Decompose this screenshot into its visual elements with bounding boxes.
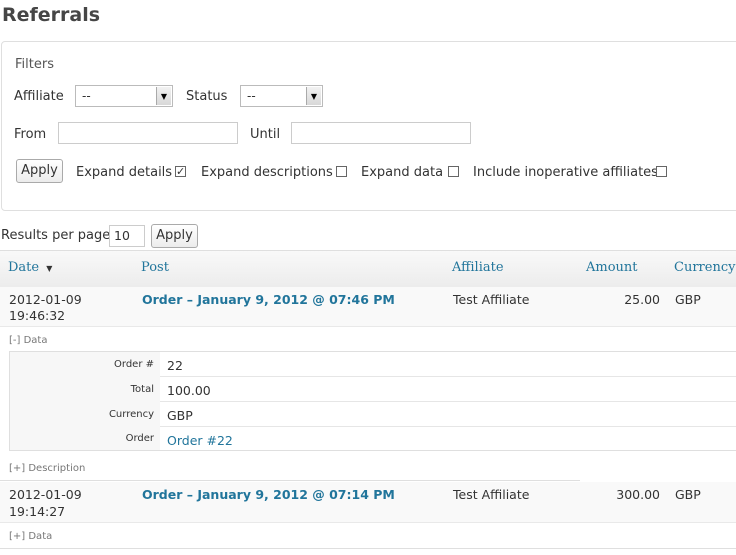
description-toggle[interactable]: [+] Description — [9, 463, 85, 474]
row-post-link[interactable]: Order – January 9, 2012 @ 07:46 PM — [142, 292, 395, 307]
affiliate-select-value: -- — [82, 89, 91, 103]
column-header-date[interactable]: Date ▼ — [8, 260, 52, 275]
chevron-down-icon: ▼ — [156, 87, 171, 105]
row-currency: GBP — [675, 292, 701, 307]
data-toggle[interactable]: [+] Data — [9, 531, 52, 542]
sort-down-icon: ▼ — [46, 264, 53, 273]
filters-panel: Filters Affiliate -- ▼ Status -- ▼ From … — [1, 41, 736, 211]
column-header-affiliate[interactable]: Affiliate — [452, 260, 504, 275]
page-title: Referrals — [2, 4, 101, 26]
row-amount: 25.00 — [624, 292, 660, 307]
row-divider — [0, 548, 736, 549]
filters-legend: Filters — [15, 57, 54, 72]
expand-data-checkbox[interactable] — [448, 166, 459, 177]
data-key-order-number: Order # — [114, 359, 154, 370]
row-affiliate: Test Affiliate — [453, 292, 530, 307]
data-key-currency: Currency — [108, 409, 154, 420]
row-post-link[interactable]: Order – January 9, 2012 @ 07:14 PM — [142, 487, 395, 502]
expand-data-label: Expand data — [361, 165, 444, 180]
row-date: 2012-01-09 — [9, 487, 82, 502]
expand-details-label: Expand details — [76, 165, 173, 180]
results-per-page-label: Results per page — [1, 228, 111, 243]
include-inoperative-checkbox[interactable] — [656, 166, 667, 177]
column-header-date-label: Date — [8, 260, 40, 275]
data-value-order-number: 22 — [167, 358, 183, 373]
data-panel: Order # 22 Total 100.00 Currency GBP Ord… — [9, 351, 736, 451]
data-key-total: Total — [130, 384, 154, 395]
from-label: From — [14, 127, 47, 142]
data-key-order: Order — [125, 433, 154, 444]
results-per-page-input[interactable]: 10 — [109, 225, 145, 247]
expand-descriptions-checkbox[interactable] — [336, 166, 347, 177]
include-inoperative-label: Include inoperative affiliates — [473, 165, 658, 180]
data-divider — [160, 426, 736, 427]
column-header-currency[interactable]: Currency — [674, 260, 735, 275]
chevron-down-icon: ▼ — [306, 87, 321, 105]
data-value-currency: GBP — [167, 408, 193, 423]
affiliate-select[interactable]: -- ▼ — [75, 85, 173, 107]
table-header: Date ▼ Post Affiliate Amount Currency — [0, 250, 736, 288]
affiliate-label: Affiliate — [14, 89, 64, 104]
column-header-post[interactable]: Post — [141, 260, 169, 275]
data-value-total: 100.00 — [167, 383, 211, 398]
filters-apply-button[interactable]: Apply — [16, 159, 63, 183]
until-label: Until — [250, 127, 281, 142]
data-divider — [160, 401, 736, 402]
status-label: Status — [186, 89, 228, 104]
status-select[interactable]: -- ▼ — [240, 85, 323, 107]
row-currency: GBP — [675, 487, 701, 502]
row-amount: 300.00 — [616, 487, 660, 502]
row-time: 19:46:32 — [9, 308, 66, 323]
column-header-amount[interactable]: Amount — [586, 260, 638, 275]
data-value-order-link[interactable]: Order #22 — [167, 433, 233, 448]
expand-details-checkbox[interactable]: ✓ — [175, 166, 186, 177]
data-divider — [160, 376, 736, 377]
row-divider — [0, 480, 580, 481]
row-time: 19:14:27 — [9, 504, 66, 519]
results-apply-button[interactable]: Apply — [151, 224, 198, 248]
from-date-input[interactable] — [58, 122, 238, 144]
data-toggle[interactable]: [-] Data — [9, 335, 47, 346]
expand-descriptions-label: Expand descriptions — [201, 165, 333, 180]
row-date: 2012-01-09 — [9, 292, 82, 307]
status-select-value: -- — [247, 89, 256, 103]
until-date-input[interactable] — [291, 122, 471, 144]
row-affiliate: Test Affiliate — [453, 487, 530, 502]
